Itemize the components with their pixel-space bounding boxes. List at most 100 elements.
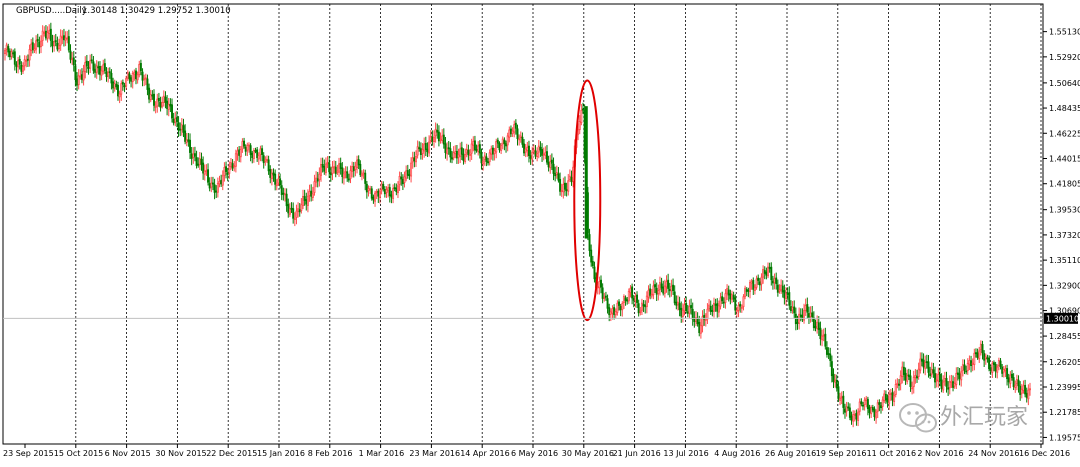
candle-body — [1020, 388, 1023, 394]
candle-body — [847, 406, 850, 409]
candle-body — [652, 285, 655, 296]
candle-body — [315, 177, 318, 183]
candle-body — [66, 37, 69, 40]
candle-body — [711, 310, 714, 312]
candle-body — [477, 145, 480, 152]
candle-body — [231, 163, 234, 169]
candle-body — [920, 358, 923, 362]
candle-body — [94, 68, 97, 73]
candle-body — [172, 118, 175, 124]
candle-body — [167, 103, 170, 110]
candle-body — [734, 297, 737, 311]
candle-body — [292, 208, 295, 219]
candle-body — [690, 305, 693, 309]
candle-body — [95, 65, 98, 73]
candle-body — [64, 37, 67, 41]
candle-body — [247, 144, 250, 147]
candle-body — [668, 289, 671, 292]
candle-body — [277, 178, 280, 184]
candle-body — [1012, 377, 1015, 387]
candle-body — [757, 277, 760, 281]
candle-body — [460, 147, 463, 155]
candle-body — [770, 266, 773, 281]
candle-body — [331, 166, 334, 174]
candle-body — [246, 145, 249, 151]
candle-body — [390, 194, 393, 198]
candle-body — [221, 175, 224, 186]
candle-body — [478, 144, 481, 154]
candle-body — [627, 290, 630, 302]
candle-body — [360, 173, 363, 177]
candle-body — [71, 58, 74, 61]
x-tick-label: 8 Feb 2016 — [308, 449, 353, 458]
candle-body — [776, 284, 779, 293]
candle-body — [713, 302, 715, 312]
candle-body — [600, 279, 602, 288]
candle-body — [272, 172, 275, 176]
candle-body — [514, 122, 517, 129]
candle-body — [470, 143, 473, 154]
candle-body — [8, 50, 11, 58]
candle-body — [211, 182, 214, 185]
candle-body — [560, 190, 563, 192]
candle-body — [433, 136, 435, 143]
candle-body — [555, 172, 558, 176]
price-chart: GBPUSD.....Daily 1.30148 1.30429 1.29752… — [0, 0, 1080, 463]
candle-body — [794, 313, 797, 325]
candle-body — [298, 209, 301, 213]
x-tick-label: 14 Apr 2016 — [460, 449, 509, 458]
candle-body — [82, 70, 85, 81]
candle-body — [888, 393, 891, 404]
candle-body — [473, 140, 476, 151]
candle-body — [699, 324, 702, 334]
candle-body — [313, 181, 316, 193]
candle-body — [916, 375, 918, 379]
candle-body — [984, 356, 987, 360]
x-tick-label: 22 Dec 2015 — [206, 449, 257, 458]
candle-body — [15, 64, 18, 67]
candle-body — [724, 293, 727, 303]
candle-body — [20, 64, 23, 72]
candle-body — [446, 148, 449, 155]
candle-body — [190, 153, 193, 159]
candle-body — [917, 368, 920, 377]
candle-body — [472, 140, 475, 146]
candle-body — [771, 280, 774, 284]
candle-body — [485, 156, 488, 162]
candle-body — [171, 104, 173, 119]
candle-body — [419, 148, 422, 155]
candle-body — [511, 130, 514, 135]
candle-body — [796, 322, 799, 324]
candle-body — [524, 148, 527, 153]
candle-body — [644, 304, 647, 308]
candle-body — [130, 77, 133, 82]
candle-body — [590, 249, 593, 263]
candle-body — [979, 343, 982, 351]
candle-body — [750, 281, 753, 284]
candle-body — [845, 406, 848, 412]
candle-body — [842, 395, 845, 408]
candle-body — [762, 269, 765, 278]
candle-body — [287, 204, 290, 214]
candle-body — [418, 147, 421, 150]
candle-body — [1024, 384, 1027, 395]
candle-body — [482, 160, 485, 165]
candle-body — [406, 170, 409, 176]
y-tick-label: 1.39530 — [1049, 206, 1080, 215]
candle-body — [113, 83, 116, 89]
candle-body — [189, 139, 191, 153]
candle-body — [857, 411, 860, 421]
candle-body — [531, 151, 534, 160]
candle-body — [806, 304, 809, 313]
candle-body — [239, 149, 242, 158]
candle-body — [135, 70, 137, 80]
candle-body — [243, 140, 246, 147]
candle-body — [136, 74, 139, 81]
candle-body — [506, 135, 509, 146]
candle-body — [580, 109, 583, 124]
candle-body — [606, 298, 609, 309]
candle-body — [881, 399, 884, 407]
brexit-candle — [584, 106, 588, 239]
candle-body — [673, 291, 676, 304]
candle-body — [262, 155, 265, 164]
